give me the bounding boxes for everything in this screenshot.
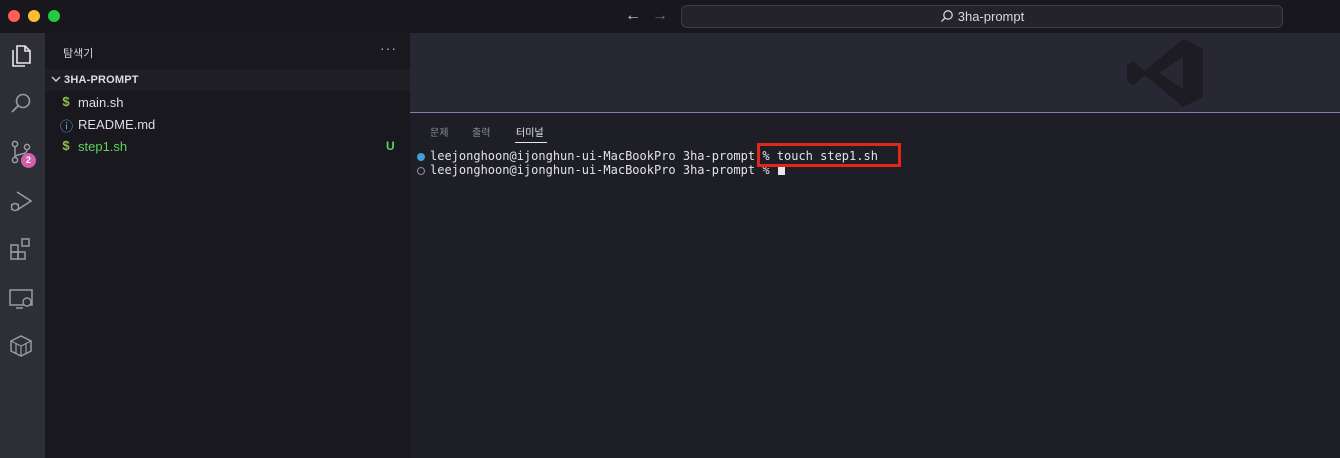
editor-area xyxy=(410,33,1340,112)
maximize-window-button[interactable] xyxy=(48,10,60,22)
forward-arrow-icon[interactable]: → xyxy=(652,7,668,25)
vscode-logo-icon xyxy=(1125,37,1205,109)
terminal-prompt: leejonghoon@ijonghun-ui-MacBookPro 3ha-p… xyxy=(430,163,777,177)
command-center-label: 3ha-prompt xyxy=(957,9,1025,24)
active-tab-indicator xyxy=(515,142,547,143)
terminal-prompt-line[interactable]: leejonghoon@ijonghun-ui-MacBookPro 3ha-p… xyxy=(430,163,785,177)
search-icon[interactable] xyxy=(8,91,34,117)
explorer-sidebar: 탐색기 ··· 3HA-PROMPT $ main.sh ⓘ README.md… xyxy=(45,33,410,458)
extensions-icon[interactable] xyxy=(8,236,34,262)
file-name: step1.sh xyxy=(78,139,128,154)
explorer-icon[interactable] xyxy=(8,43,34,69)
minimize-window-button[interactable] xyxy=(28,10,40,22)
bottom-panel: 문제 출력 터미널 leejonghoon@ijonghun-ui-MacBoo… xyxy=(410,112,1340,458)
close-window-button[interactable] xyxy=(8,10,20,22)
title-bar: ← → 3ha-prompt xyxy=(0,0,1340,33)
file-item-step1-sh[interactable]: $ step1.sh U xyxy=(45,135,410,157)
run-debug-icon[interactable] xyxy=(8,188,34,214)
file-item-main-sh[interactable]: $ main.sh xyxy=(45,91,410,113)
folder-name: 3HA-PROMPT xyxy=(64,74,139,86)
docker-icon[interactable] xyxy=(8,332,34,358)
source-control-badge: 2 xyxy=(21,153,36,168)
tab-output[interactable]: 출력 xyxy=(472,124,490,139)
command-success-icon xyxy=(417,153,425,161)
shell-file-icon: $ xyxy=(62,94,70,109)
file-name: README.md xyxy=(78,117,156,132)
back-arrow-icon[interactable]: ← xyxy=(625,7,641,25)
highlight-box xyxy=(757,143,901,167)
command-pending-icon xyxy=(417,167,425,175)
command-center-search[interactable]: 3ha-prompt xyxy=(681,5,1283,28)
more-actions-icon[interactable]: ··· xyxy=(380,40,397,56)
search-icon xyxy=(940,9,954,23)
shell-file-icon: $ xyxy=(62,138,70,153)
remote-explorer-icon[interactable] xyxy=(8,286,34,312)
info-file-icon: ⓘ xyxy=(60,119,74,134)
chevron-down-icon xyxy=(50,72,62,84)
file-name: main.sh xyxy=(78,95,124,110)
tab-problems[interactable]: 문제 xyxy=(430,124,448,139)
activity-bar: 2 xyxy=(0,33,45,458)
tab-terminal[interactable]: 터미널 xyxy=(516,124,544,139)
untracked-status-badge: U xyxy=(386,139,395,153)
sidebar-title: 탐색기 xyxy=(63,48,94,60)
file-item-readme[interactable]: ⓘ README.md xyxy=(45,113,410,135)
folder-header[interactable]: 3HA-PROMPT xyxy=(45,69,410,91)
